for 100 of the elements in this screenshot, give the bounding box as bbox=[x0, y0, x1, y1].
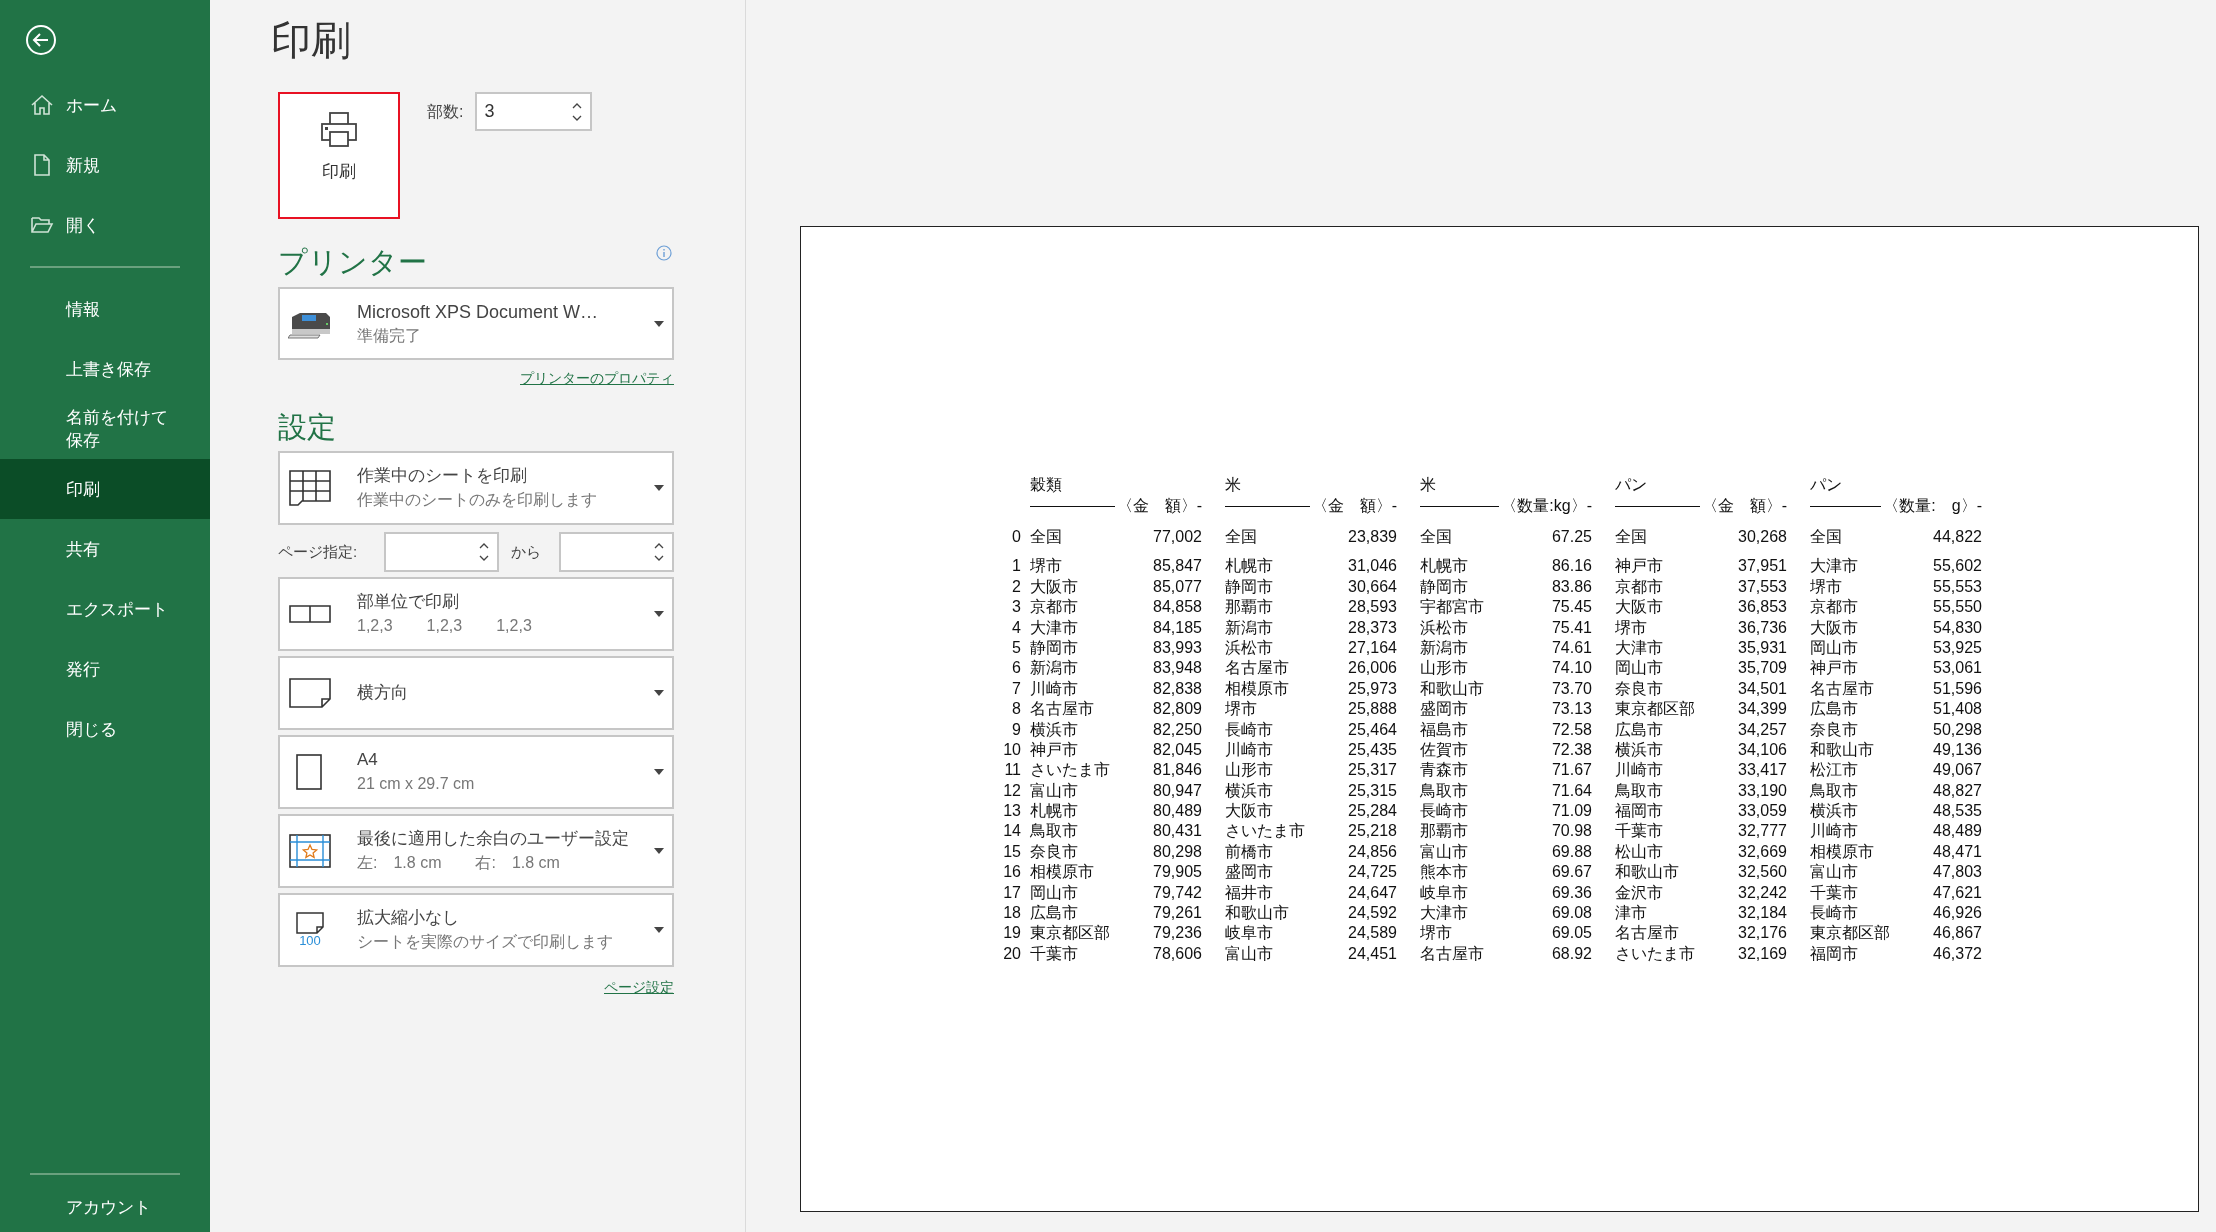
nav-item[interactable]: 発行 bbox=[0, 639, 210, 699]
column-unit: 〈数量: g〉- bbox=[1883, 496, 1982, 516]
city-cell-text: 鳥取市 bbox=[1810, 780, 1858, 801]
page-setup-link[interactable]: ページ設定 bbox=[604, 977, 674, 997]
back-icon[interactable] bbox=[25, 24, 57, 56]
page-to-field[interactable] bbox=[559, 532, 674, 572]
chevron-up-icon[interactable] bbox=[572, 102, 583, 109]
chevron-down-icon[interactable] bbox=[654, 555, 664, 561]
column-title: 穀類 bbox=[1030, 475, 1062, 495]
chevron-down-icon[interactable] bbox=[479, 555, 489, 561]
margins-dropdown[interactable]: 最後に適用した余白のユーザー設定 左: 1.8 cm 右: 1.8 cm bbox=[278, 814, 674, 888]
value-cell: 83,948 bbox=[1153, 658, 1202, 679]
city-cell-text: 岡山市 bbox=[1810, 637, 1858, 658]
city-cell: 松江市 bbox=[1810, 760, 1858, 781]
collation-dropdown[interactable]: 部単位で印刷 1,2,3 1,2,3 1,2,3 bbox=[278, 577, 674, 651]
page-from-field[interactable] bbox=[384, 532, 499, 572]
paper-size-dropdown[interactable]: A4 21 cm x 29.7 cm bbox=[278, 735, 674, 809]
row-number: 9 bbox=[1011, 719, 1021, 740]
value-cell: 32,777 bbox=[1738, 821, 1787, 842]
value-cell: 35,709 bbox=[1738, 658, 1787, 679]
chevron-up-icon[interactable] bbox=[654, 543, 664, 549]
value-cell: 34,399 bbox=[1738, 699, 1787, 720]
nav-item[interactable]: 開く bbox=[0, 195, 210, 255]
copies-label: 部数: bbox=[427, 102, 464, 122]
nav-item[interactable]: アカウント bbox=[0, 1186, 210, 1232]
value-cell: 55,602 bbox=[1933, 556, 1982, 577]
chevron-down-icon[interactable] bbox=[572, 114, 583, 121]
nav-item[interactable]: 情報 bbox=[0, 279, 210, 339]
nav-item[interactable]: 名前を付けて保存 bbox=[0, 399, 210, 459]
margin-grid-icon bbox=[288, 833, 332, 869]
city-cell: 川崎市 bbox=[1615, 760, 1663, 781]
city-cell: 福岡市 bbox=[1615, 801, 1663, 822]
city-cell-text: 静岡市 bbox=[1420, 576, 1468, 597]
value-cell-text: 34,106 bbox=[1738, 739, 1787, 760]
city-cell: 長崎市 bbox=[1420, 801, 1468, 822]
city-cell: 奈良市 bbox=[1810, 719, 1858, 740]
page-title: 印刷 bbox=[271, 17, 352, 64]
nav-item[interactable]: 印刷 bbox=[0, 459, 210, 519]
value-cell-text: 80,298 bbox=[1153, 841, 1202, 862]
city-cell-text: 大津市 bbox=[1615, 637, 1663, 658]
scaling-dropdown[interactable]: 100 拡大縮小なし シートを実際のサイズで印刷します bbox=[278, 893, 674, 967]
printer-dropdown[interactable]: Microsoft XPS Document W… 準備完了 bbox=[278, 287, 674, 360]
orientation-dropdown[interactable]: 横方向 bbox=[278, 656, 674, 730]
nav-item[interactable]: 共有 bbox=[0, 519, 210, 579]
copies-field[interactable]: 3 bbox=[475, 92, 593, 131]
value-cell-text: 77,002 bbox=[1153, 527, 1202, 547]
city-cell: 神戸市 bbox=[1615, 556, 1663, 577]
row-number: 11 bbox=[1003, 760, 1021, 781]
row-number: 3 bbox=[1011, 597, 1021, 618]
row-number: 5 bbox=[1011, 637, 1021, 658]
city-cell: 川崎市 bbox=[1810, 821, 1858, 842]
city-cell-text: 神戸市 bbox=[1030, 739, 1078, 760]
city-cell-text: 千葉市 bbox=[1030, 943, 1078, 964]
city-cell: 京都市 bbox=[1810, 597, 1858, 618]
value-cell: 54,830 bbox=[1933, 617, 1982, 638]
city-cell: 札幌市 bbox=[1225, 556, 1273, 577]
city-cell: 堺市 bbox=[1420, 923, 1452, 944]
city-cell-text: 静岡市 bbox=[1225, 576, 1273, 597]
value-cell: 25,888 bbox=[1348, 699, 1397, 720]
value-cell: 24,592 bbox=[1348, 903, 1397, 924]
city-cell: 名古屋市 bbox=[1225, 658, 1289, 679]
value-cell-text: 79,742 bbox=[1153, 882, 1202, 903]
value-cell-text: 37,553 bbox=[1738, 576, 1787, 597]
value-cell: 31,046 bbox=[1348, 556, 1397, 577]
row-number: 1 bbox=[1011, 556, 1021, 577]
print-button[interactable]: 印刷 bbox=[278, 92, 400, 219]
city-cell: 和歌山市 bbox=[1615, 862, 1679, 883]
value-cell: 72.58 bbox=[1551, 719, 1592, 740]
nav-item[interactable]: 新規 bbox=[0, 135, 210, 195]
print-scope-dropdown[interactable]: 作業中のシートを印刷 作業中のシートのみを印刷します bbox=[278, 451, 674, 525]
value-cell-text: 82,045 bbox=[1153, 739, 1202, 760]
value-cell-text: 78,606 bbox=[1153, 943, 1202, 964]
nav-item[interactable]: 閉じる bbox=[0, 699, 210, 759]
value-cell: 26,006 bbox=[1348, 658, 1397, 679]
city-cell-text: 岐阜市 bbox=[1420, 882, 1468, 903]
value-cell-text: 34,501 bbox=[1738, 678, 1787, 699]
city-cell-text: 新潟市 bbox=[1420, 637, 1468, 658]
city-cell: 那覇市 bbox=[1420, 821, 1468, 842]
value-cell: 53,061 bbox=[1933, 658, 1982, 679]
value-cell-text: 32,169 bbox=[1738, 943, 1787, 964]
row-number: 20 bbox=[1002, 943, 1021, 964]
row-number: 16 bbox=[1002, 862, 1021, 883]
row-number: 13 bbox=[1002, 801, 1021, 822]
city-cell: さいたま市 bbox=[1030, 760, 1110, 781]
city-cell: 青森市 bbox=[1420, 760, 1468, 781]
nav-item[interactable]: エクスポート bbox=[0, 579, 210, 639]
chevron-up-icon[interactable] bbox=[479, 543, 489, 549]
value-cell-text: 48,827 bbox=[1933, 780, 1982, 801]
city-cell-text: 福岡市 bbox=[1810, 943, 1858, 964]
city-cell: 札幌市 bbox=[1420, 556, 1468, 577]
value-cell-text: 48,471 bbox=[1933, 841, 1982, 862]
nav-item[interactable]: ホーム bbox=[0, 75, 210, 135]
value-cell-text: 83,993 bbox=[1153, 637, 1202, 658]
printer-properties-link[interactable]: プリンターのプロパティ bbox=[520, 368, 674, 388]
nav-item[interactable]: 上書き保存 bbox=[0, 339, 210, 399]
page-range-label: ページ指定: bbox=[278, 542, 359, 562]
dropdown-arrow-icon bbox=[654, 690, 664, 696]
city-cell: 新潟市 bbox=[1030, 658, 1078, 679]
value-cell: 69.08 bbox=[1551, 903, 1592, 924]
dropdown-arrow-icon bbox=[654, 769, 664, 775]
